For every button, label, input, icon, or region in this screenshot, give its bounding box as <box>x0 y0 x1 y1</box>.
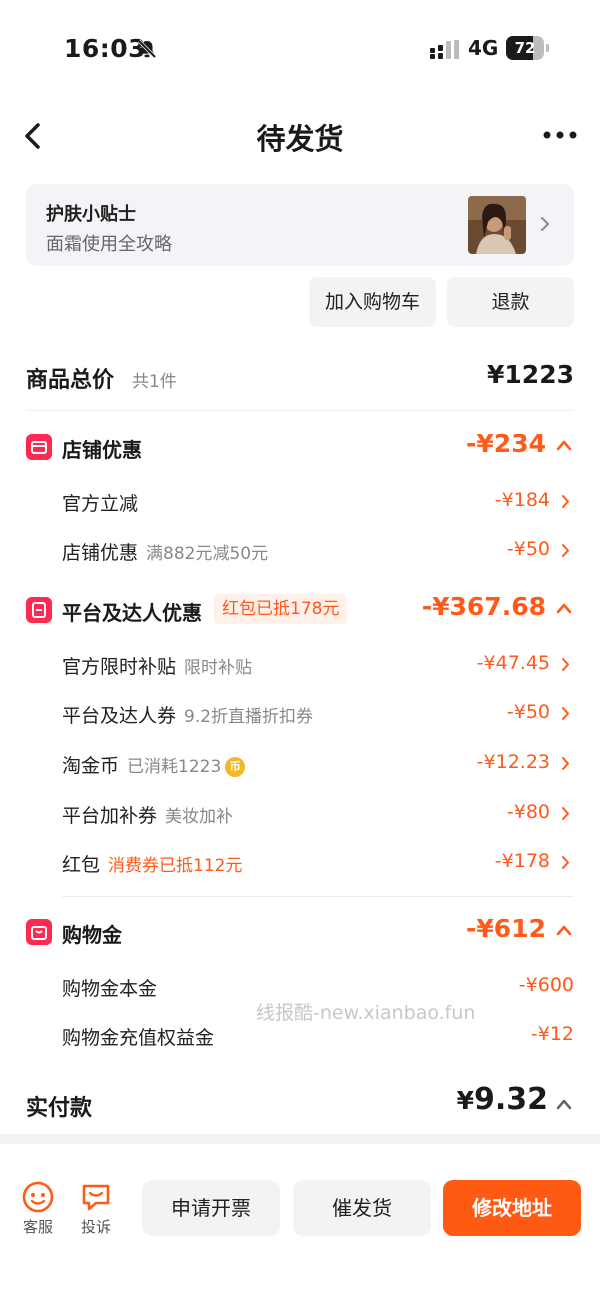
chevron-up-icon <box>556 1099 572 1110</box>
chevron-up-icon <box>556 925 572 936</box>
item-label: 平台加补券 美妆加补 <box>62 805 234 827</box>
chevron-right-icon <box>562 757 569 770</box>
customer-service-label: 客服 <box>22 1218 53 1236</box>
list-item-store-coupon[interactable]: 店铺优惠 满882元减50元 -¥50 <box>62 532 574 568</box>
item-sub: 消费券已抵112元 <box>108 856 243 876</box>
section-title: 购物金 <box>62 923 122 947</box>
gold-coin-icon: 币 <box>225 757 246 777</box>
chevron-right-icon <box>562 544 569 557</box>
item-amount: -¥184 <box>494 489 550 511</box>
item-label: 购物金充值权益金 <box>62 1027 215 1049</box>
chevron-right-icon <box>562 856 569 869</box>
chevron-right-icon <box>541 217 549 231</box>
complaint-button[interactable]: 投诉 <box>76 1180 116 1237</box>
goods-total-amount: ¥1223 <box>487 360 574 389</box>
chevron-right-icon <box>562 807 569 820</box>
item-label: 店铺优惠 满882元减50元 <box>62 542 269 564</box>
chevron-right-icon <box>562 658 569 671</box>
item-label: 官方限时补贴 限时补贴 <box>62 656 253 678</box>
item-amount: -¥600 <box>518 974 574 996</box>
item-amount: -¥50 <box>506 701 550 723</box>
item-amount: -¥178 <box>494 850 550 872</box>
section-separator <box>0 1134 600 1144</box>
item-sub: 9.2折直播折扣券 <box>184 707 314 727</box>
chevron-right-icon <box>562 707 569 720</box>
section-amount: -¥234 <box>466 429 546 458</box>
chevron-up-icon <box>556 603 572 614</box>
list-item-official-discount[interactable]: 官方立减 -¥184 <box>62 483 574 519</box>
actual-payment-label: 实付款 <box>26 1096 93 1121</box>
chat-complaint-icon <box>82 1184 110 1211</box>
chevron-up-icon <box>556 440 572 451</box>
section-title: 店铺优惠 <box>62 438 142 462</box>
item-label: 购物金本金 <box>62 978 158 1000</box>
change-address-button[interactable]: 修改地址 <box>443 1180 581 1236</box>
add-to-cart-button[interactable]: 加入购物车 <box>309 277 436 327</box>
status-time: 16:03 <box>64 34 147 63</box>
nav-bar: 待发货 <box>0 100 600 172</box>
list-item-official-subsidy[interactable]: 官方限时补贴 限时补贴 -¥47.45 <box>62 646 574 682</box>
divider <box>62 896 574 897</box>
red-packet-badge: 红包已抵178元 <box>214 594 348 624</box>
status-bar: 16:03 4G 72 <box>0 0 600 96</box>
item-amount: -¥12 <box>530 1023 574 1045</box>
item-sub: 已消耗1223 <box>127 757 222 777</box>
item-sub: 美妆加补 <box>165 807 234 827</box>
goods-count: 共1件 <box>132 372 177 392</box>
list-item-platform-coupon[interactable]: 平台及达人券 9.2折直播折扣券 -¥50 <box>62 695 574 731</box>
skincare-tip-card[interactable]: 护肤小贴士 面霜使用全攻略 <box>26 184 574 266</box>
complaint-label: 投诉 <box>80 1218 111 1236</box>
urge-shipment-button[interactable]: 催发货 <box>293 1180 431 1236</box>
customer-service-button[interactable]: 客服 <box>18 1180 58 1237</box>
request-invoice-button[interactable]: 申请开票 <box>142 1180 280 1236</box>
divider <box>26 410 574 411</box>
section-title: 平台及达人优惠 <box>62 601 202 625</box>
list-item-red-packet[interactable]: 红包 消费券已抵112元 -¥178 <box>62 844 574 880</box>
actual-payment-row[interactable]: 实付款 ¥9.32 <box>26 1080 574 1128</box>
store-discount-header[interactable]: 店铺优惠 -¥234 <box>26 427 574 467</box>
actual-payment-amount: ¥9.32 <box>456 1082 548 1117</box>
tip-thumbnail-image <box>468 196 526 254</box>
refund-button[interactable]: 退款 <box>447 277 574 327</box>
list-item-taojinbi[interactable]: 淘金币 已消耗1223 币 -¥12.23 <box>62 745 574 781</box>
item-sub: 限时补贴 <box>184 658 253 678</box>
battery-indicator: 72 <box>506 36 549 60</box>
section-amount: -¥612 <box>466 914 546 943</box>
item-amount: -¥80 <box>506 801 550 823</box>
coupon-icon <box>26 597 52 623</box>
item-amount: -¥50 <box>506 538 550 560</box>
list-item-platform-bonus-coupon[interactable]: 平台加补券 美妆加补 -¥80 <box>62 795 574 831</box>
shopping-gold-header[interactable]: 购物金 -¥612 <box>26 912 574 952</box>
item-sub: 满882元减50元 <box>146 544 269 564</box>
chevron-right-icon <box>562 495 569 508</box>
item-label: 淘金币 已消耗1223 币 <box>62 751 246 778</box>
smiley-service-icon <box>22 1181 54 1213</box>
network-label: 4G <box>468 36 499 60</box>
section-amount: -¥367.68 <box>421 592 546 621</box>
goods-total-label: 商品总价 <box>26 368 115 393</box>
more-icon[interactable] <box>542 128 578 142</box>
tip-title: 护肤小贴士 <box>46 204 136 225</box>
item-amount: -¥12.23 <box>476 751 550 773</box>
battery-level: 72 <box>514 39 536 57</box>
tip-subtitle: 面霜使用全攻略 <box>46 234 172 255</box>
item-label: 红包 消费券已抵112元 <box>62 854 243 876</box>
bell-slash-icon <box>137 39 157 59</box>
platform-discount-header[interactable]: 平台及达人优惠 红包已抵178元 -¥367.68 <box>26 590 574 630</box>
item-amount: -¥47.45 <box>476 652 550 674</box>
goods-total-row: 商品总价 共1件 ¥1223 <box>26 356 574 400</box>
signal-icon <box>430 40 459 59</box>
item-label: 官方立减 <box>62 493 139 515</box>
bottom-action-bar: 客服 投诉 申请开票 催发货 修改地址 <box>0 1150 600 1304</box>
store-icon <box>26 434 52 460</box>
page-title: 待发货 <box>256 122 344 156</box>
item-label: 平台及达人券 9.2折直播折扣券 <box>62 705 314 727</box>
wallet-bag-icon <box>26 919 52 945</box>
watermark: 线报酷-new.xianbao.fun <box>256 1002 476 1024</box>
